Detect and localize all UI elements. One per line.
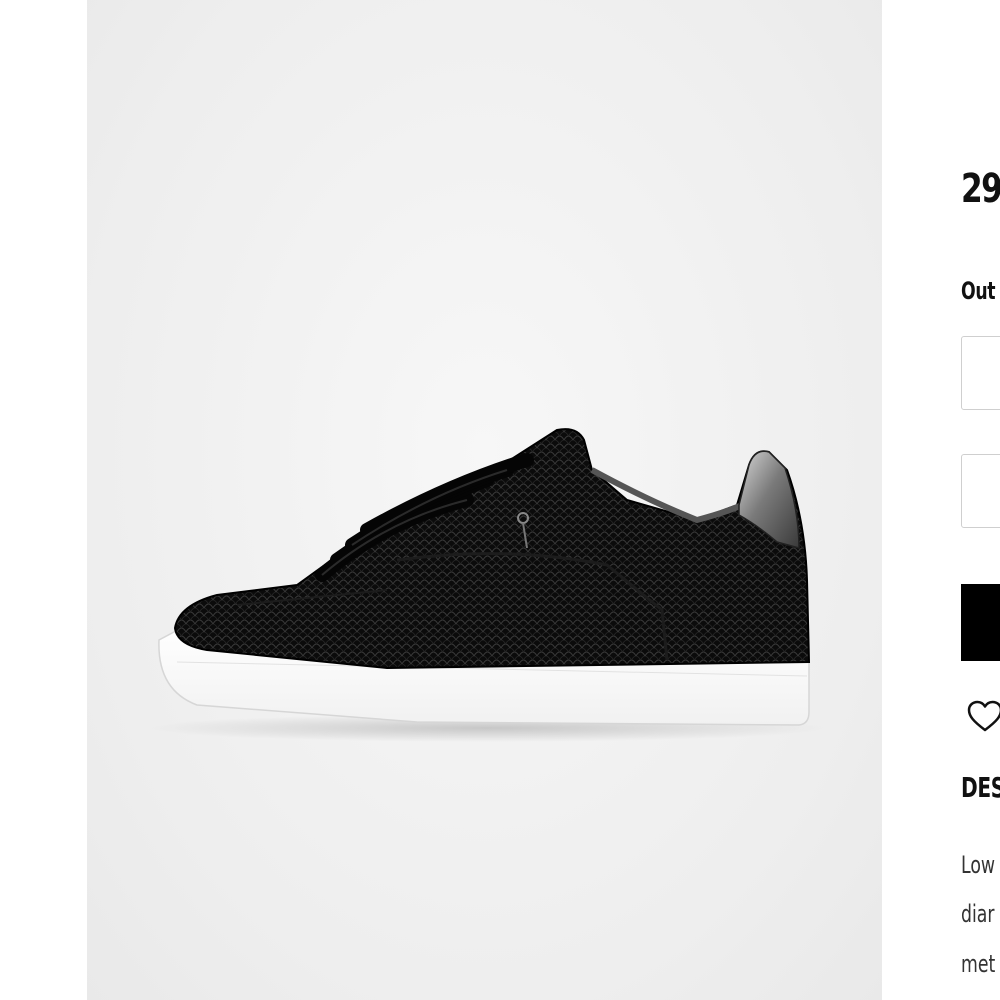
size-select[interactable] (961, 336, 1000, 410)
quantity-select[interactable] (961, 454, 1000, 528)
add-to-bag-button[interactable] (961, 584, 1000, 661)
product-gallery[interactable] (87, 0, 882, 1000)
description-title: DES (961, 771, 1000, 804)
description-line: Low (961, 851, 996, 879)
product-info-panel: 29 Out DES Low diar met (961, 0, 1000, 1000)
product-price: 29 (961, 166, 1000, 212)
product-page: 29 Out DES Low diar met (0, 0, 1000, 1000)
description-line: diar (961, 900, 995, 928)
product-image (147, 428, 827, 742)
description-line: met (961, 950, 996, 978)
heart-icon[interactable] (967, 700, 1000, 734)
stock-status: Out (961, 277, 996, 305)
